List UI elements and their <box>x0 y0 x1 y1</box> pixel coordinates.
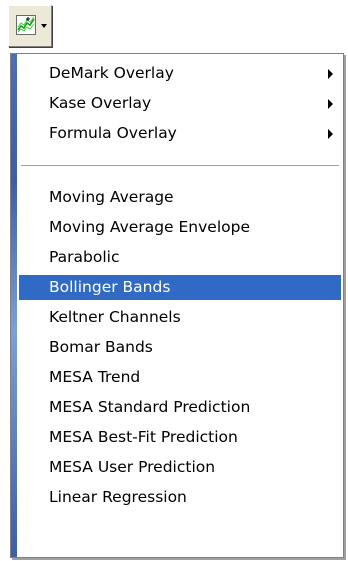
menu-separator <box>21 165 339 166</box>
overlay-toolbar-button[interactable] <box>8 5 52 47</box>
menu-item-label: Moving Average <box>49 188 174 206</box>
menu-item-label: Parabolic <box>49 248 120 266</box>
menu-left-strip <box>11 54 17 557</box>
menu-item-label: Keltner Channels <box>49 308 181 326</box>
menu-item-label: Bollinger Bands <box>49 278 171 296</box>
menu-item-parabolic[interactable]: Parabolic <box>19 245 341 270</box>
indicator-chart-icon <box>16 15 36 35</box>
menu-item-formula-overlay[interactable]: Formula Overlay <box>19 121 341 146</box>
menu-item-mesa-best-fit-prediction[interactable]: MESA Best-Fit Prediction <box>19 425 341 450</box>
menu-item-label: Bomar Bands <box>49 338 153 356</box>
menu-item-label: Formula Overlay <box>49 124 177 142</box>
menu-item-label: MESA User Prediction <box>49 458 216 476</box>
menu-item-demark-overlay[interactable]: DeMark Overlay <box>19 61 341 86</box>
page: DeMark Overlay Kase Overlay Formula Over… <box>0 0 348 561</box>
menu-item-kase-overlay[interactable]: Kase Overlay <box>19 91 341 116</box>
menu-item-label: Kase Overlay <box>49 94 152 112</box>
menu-item-linear-regression[interactable]: Linear Regression <box>19 485 341 510</box>
menu-item-mesa-trend[interactable]: MESA Trend <box>19 365 341 390</box>
menu-item-label: MESA Trend <box>49 368 141 386</box>
menu-item-label: MESA Standard Prediction <box>49 398 251 416</box>
menu-item-label: Linear Regression <box>49 488 187 506</box>
overlay-menu: DeMark Overlay Kase Overlay Formula Over… <box>10 53 344 558</box>
menu-item-keltner-channels[interactable]: Keltner Channels <box>19 305 341 330</box>
menu-item-label: DeMark Overlay <box>49 64 174 82</box>
menu-item-bomar-bands[interactable]: Bomar Bands <box>19 335 341 360</box>
dropdown-arrow-icon[interactable] <box>41 24 47 28</box>
menu-item-moving-average[interactable]: Moving Average <box>19 185 341 210</box>
menu-item-label: Moving Average Envelope <box>49 218 250 236</box>
submenu-arrow-icon <box>328 129 333 139</box>
menu-item-moving-average-envelope[interactable]: Moving Average Envelope <box>19 215 341 240</box>
menu-item-label: MESA Best-Fit Prediction <box>49 428 238 446</box>
submenu-arrow-icon <box>328 69 333 79</box>
menu-item-mesa-standard-prediction[interactable]: MESA Standard Prediction <box>19 395 341 420</box>
submenu-arrow-icon <box>328 99 333 109</box>
menu-item-mesa-user-prediction[interactable]: MESA User Prediction <box>19 455 341 480</box>
menu-item-bollinger-bands[interactable]: Bollinger Bands <box>19 275 341 300</box>
